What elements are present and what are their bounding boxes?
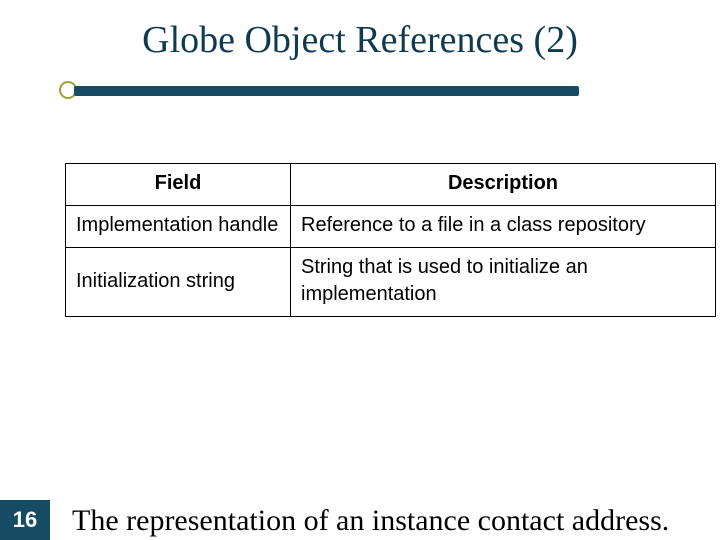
slide-title: Globe Object References (2) [0, 18, 720, 62]
page-number: 16 [0, 500, 50, 540]
table-row: Implementation handle Reference to a fil… [66, 206, 716, 248]
cell-field: Implementation handle [66, 206, 291, 248]
cell-description: Reference to a file in a class repositor… [291, 206, 716, 248]
cell-field: Initialization string [66, 248, 291, 317]
fields-table-wrap: Field Description Implementation handle … [65, 163, 715, 317]
col-header-field: Field [66, 164, 291, 206]
col-header-description: Description [291, 164, 716, 206]
slide: Globe Object References (2) Field Descri… [0, 0, 720, 540]
cell-description: String that is used to initialize an imp… [291, 248, 716, 317]
table-header-row: Field Description [66, 164, 716, 206]
title-underline [74, 86, 579, 96]
table-row: Initialization string String that is use… [66, 248, 716, 317]
slide-caption: The representation of an instance contac… [72, 504, 669, 538]
fields-table: Field Description Implementation handle … [65, 163, 716, 317]
